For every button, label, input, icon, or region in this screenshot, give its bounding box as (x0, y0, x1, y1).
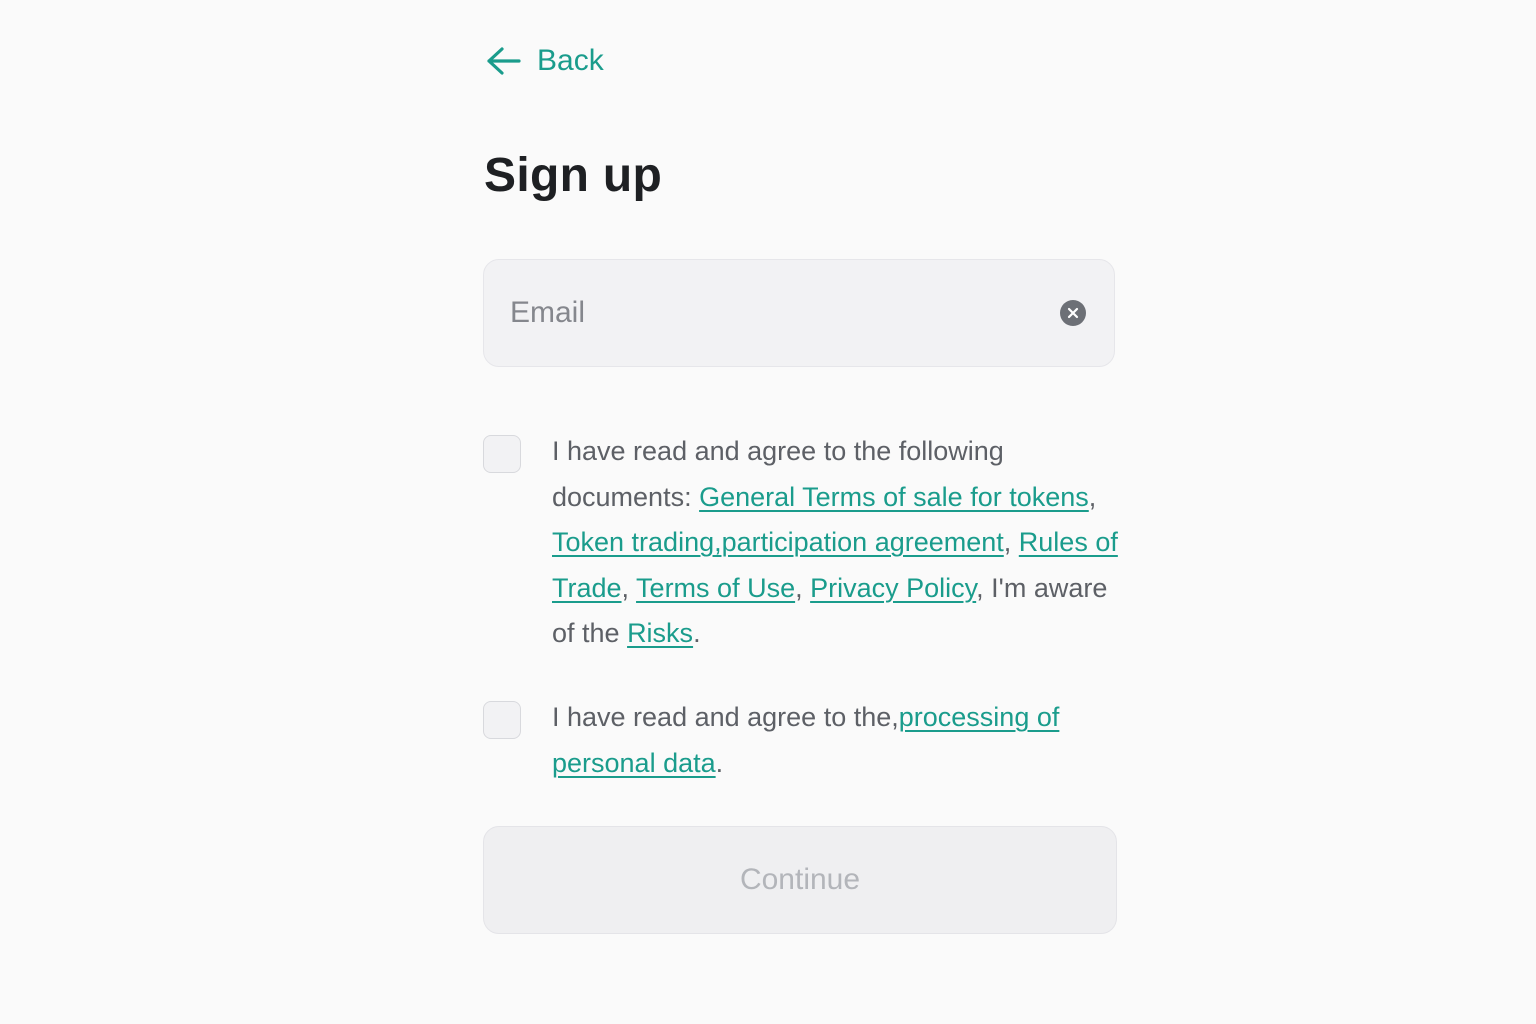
agreement-documents-row: I have read and agree to the following d… (483, 435, 1118, 657)
continue-button[interactable]: Continue (483, 826, 1117, 934)
agreement-documents-text: I have read and agree to the following d… (552, 436, 1118, 648)
back-button[interactable]: Back (485, 44, 604, 78)
terms-of-use-link[interactable]: Terms of Use (636, 573, 795, 603)
personal-data-intro-text: I have read and agree to the, (552, 702, 899, 732)
back-label: Back (537, 44, 604, 77)
privacy-policy-link[interactable]: Privacy Policy (810, 573, 976, 603)
email-field[interactable] (484, 260, 1060, 366)
clear-icon[interactable] (1060, 300, 1086, 326)
agreement-personal-data-text: I have read and agree to the,processing … (552, 702, 1060, 778)
agreement-personal-data-row: I have read and agree to the,processing … (483, 701, 1118, 786)
token-trading-agreement-link[interactable]: Token trading,participation agreement (552, 527, 1004, 557)
page-title: Sign up (484, 149, 663, 202)
risks-link[interactable]: Risks (627, 618, 693, 648)
general-terms-link[interactable]: General Terms of sale for tokens (699, 482, 1089, 512)
email-field-container (483, 259, 1115, 367)
arrow-left-icon (485, 46, 521, 76)
agreement-personal-data-checkbox[interactable] (483, 701, 521, 739)
agreement-documents-checkbox[interactable] (483, 435, 521, 473)
